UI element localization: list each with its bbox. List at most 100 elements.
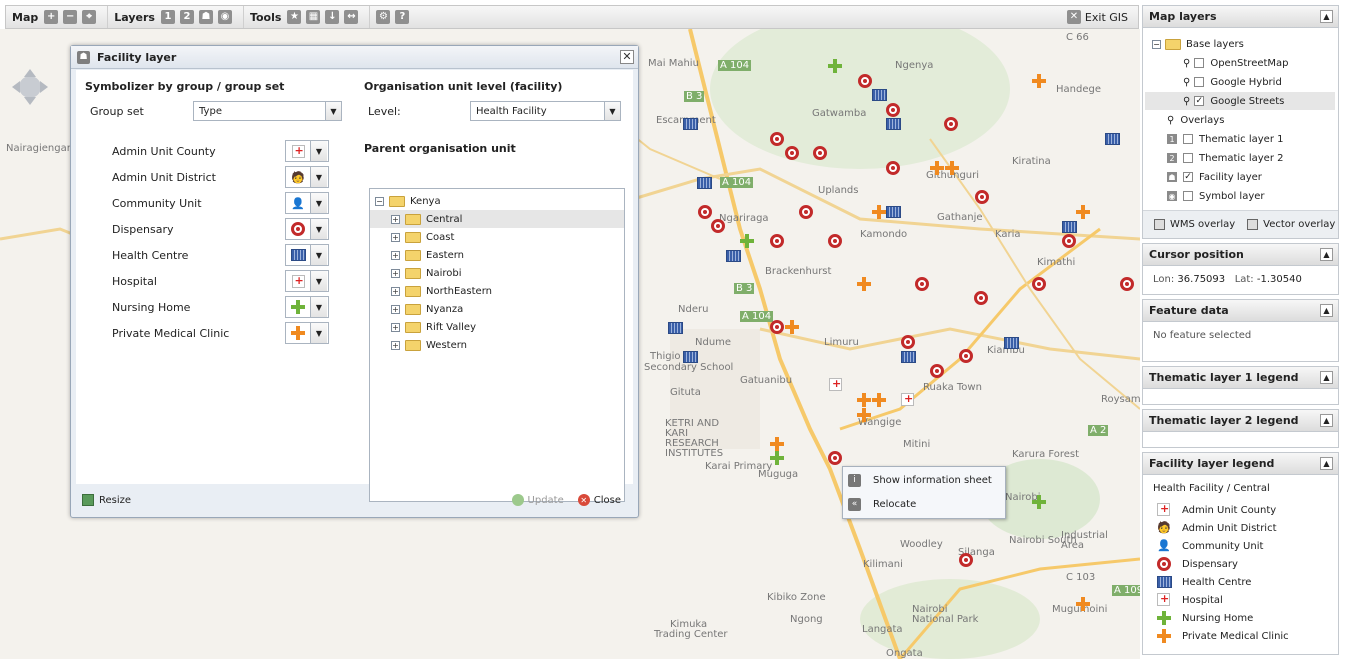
- collapse-icon[interactable]: ▲: [1320, 248, 1333, 261]
- thematic-layer-2-button[interactable]: 2: [179, 10, 194, 24]
- dispensary-marker[interactable]: [828, 451, 842, 465]
- download-icon[interactable]: ↓: [325, 10, 340, 24]
- favorites-icon[interactable]: ★: [287, 10, 302, 24]
- nursing-home-marker[interactable]: [740, 234, 754, 248]
- private-clinic-marker[interactable]: [945, 161, 959, 175]
- chevron-down-icon[interactable]: ▼: [310, 141, 327, 161]
- exit-gis-button[interactable]: ✕ Exit GIS: [1066, 10, 1138, 24]
- layer-checkbox[interactable]: [1183, 191, 1193, 201]
- health-centre-marker[interactable]: [726, 250, 741, 262]
- settings-icon[interactable]: ⚙: [376, 10, 391, 24]
- collapse-icon[interactable]: ▲: [1320, 414, 1333, 427]
- dispensary-marker[interactable]: [975, 190, 989, 204]
- expand-icon[interactable]: +: [391, 214, 400, 224]
- collapse-icon[interactable]: ▲: [1320, 457, 1333, 470]
- group-set-select[interactable]: Type ▼: [193, 101, 342, 121]
- thematic-layer-1-button[interactable]: 1: [160, 10, 175, 24]
- tree-node-nairobi[interactable]: + Nairobi: [370, 264, 624, 282]
- private-clinic-marker[interactable]: [1032, 74, 1046, 88]
- dispensary-marker[interactable]: [1120, 277, 1134, 291]
- symbol-picker[interactable]: ▼: [285, 322, 329, 344]
- health-centre-marker[interactable]: [901, 351, 916, 363]
- update-button[interactable]: Update: [511, 494, 564, 506]
- relocate-item[interactable]: « Relocate: [848, 494, 916, 514]
- pan-control[interactable]: [12, 69, 48, 105]
- health-centre-marker[interactable]: [683, 118, 698, 130]
- health-centre-marker[interactable]: [1062, 221, 1077, 233]
- facility-layer-icon[interactable]: ☗: [198, 10, 213, 24]
- private-clinic-marker[interactable]: [857, 277, 871, 291]
- health-centre-marker[interactable]: [683, 351, 698, 363]
- legend-sets-icon[interactable]: ▦: [306, 10, 321, 24]
- dispensary-marker[interactable]: [1032, 277, 1046, 291]
- zoom-in-icon[interactable]: +: [44, 10, 59, 24]
- tree-node-rift-valley[interactable]: + Rift Valley: [370, 318, 624, 336]
- expand-icon[interactable]: +: [391, 322, 400, 332]
- dispensary-marker[interactable]: [959, 349, 973, 363]
- layer-checkbox[interactable]: ✓: [1183, 172, 1193, 182]
- private-clinic-marker[interactable]: [1076, 205, 1090, 219]
- health-centre-marker[interactable]: [886, 206, 901, 218]
- layer-checkbox[interactable]: [1194, 77, 1205, 87]
- expand-icon[interactable]: +: [391, 286, 400, 296]
- symbol-picker[interactable]: ▼: [285, 270, 329, 292]
- tree-node-northeastern[interactable]: + NorthEastern: [370, 282, 624, 300]
- panel-header[interactable]: Thematic layer 1 legend: [1143, 367, 1338, 389]
- health-centre-marker[interactable]: [1004, 337, 1019, 349]
- tree-node-western[interactable]: + Western: [370, 336, 624, 354]
- layer-row-google-streets[interactable]: ⚲ ✓ Google Streets: [1145, 92, 1335, 110]
- expand-icon[interactable]: +: [391, 268, 400, 278]
- dispensary-marker[interactable]: [915, 277, 929, 291]
- zoom-extent-icon[interactable]: ⌖: [82, 10, 97, 24]
- collapse-icon[interactable]: −: [1152, 39, 1161, 49]
- health-centre-marker[interactable]: [886, 118, 901, 130]
- vector-overlay-button[interactable]: Vector overlay: [1247, 219, 1335, 230]
- dispensary-marker[interactable]: [886, 161, 900, 175]
- layer-checkbox[interactable]: [1194, 58, 1205, 68]
- dispensary-marker[interactable]: [944, 117, 958, 131]
- symbol-picker[interactable]: ▼: [285, 140, 329, 162]
- dispensary-marker[interactable]: [1062, 234, 1076, 248]
- measure-icon[interactable]: ↔: [344, 10, 359, 24]
- collapse-icon[interactable]: ▲: [1320, 10, 1333, 23]
- dispensary-marker[interactable]: [799, 205, 813, 219]
- dispensary-marker[interactable]: [770, 320, 784, 334]
- symbol-picker[interactable]: ▼: [285, 244, 329, 266]
- window-close-button[interactable]: ✕: [620, 50, 634, 64]
- health-centre-marker[interactable]: [697, 177, 712, 189]
- private-clinic-marker[interactable]: [872, 393, 886, 407]
- chevron-down-icon[interactable]: ▼: [310, 167, 327, 187]
- private-clinic-marker[interactable]: [857, 393, 871, 407]
- panel-header[interactable]: Feature data: [1143, 300, 1338, 322]
- collapse-icon[interactable]: −: [375, 196, 384, 206]
- dispensary-marker[interactable]: [828, 234, 842, 248]
- tree-node-kenya[interactable]: − Kenya: [375, 192, 629, 210]
- layer-row-google-hybrid[interactable]: ⚲ Google Hybrid: [1183, 73, 1282, 91]
- layer-row-thematic-2[interactable]: 2 Thematic layer 2: [1167, 149, 1283, 167]
- panel-header[interactable]: Facility layer legend: [1143, 453, 1338, 475]
- overlays-node[interactable]: ⚲ Overlays: [1167, 111, 1224, 129]
- expand-icon[interactable]: +: [391, 250, 400, 260]
- chevron-down-icon[interactable]: ▼: [310, 245, 327, 265]
- private-clinic-marker[interactable]: [872, 205, 886, 219]
- layer-row-facility[interactable]: ☗ ✓ Facility layer: [1167, 168, 1262, 186]
- help-icon[interactable]: ?: [395, 10, 410, 24]
- nursing-home-marker[interactable]: [828, 59, 842, 73]
- private-clinic-marker[interactable]: [770, 437, 784, 451]
- tree-node-central[interactable]: + Central: [370, 210, 624, 228]
- dispensary-marker[interactable]: [711, 219, 725, 233]
- symbol-picker[interactable]: ▼: [285, 218, 329, 240]
- chevron-down-icon[interactable]: ▼: [310, 219, 327, 239]
- level-select[interactable]: Health Facility ▼: [470, 101, 621, 121]
- chevron-down-icon[interactable]: ▼: [310, 193, 327, 213]
- private-clinic-marker[interactable]: [857, 408, 871, 422]
- layer-checkbox[interactable]: ✓: [1194, 96, 1205, 106]
- wms-overlay-button[interactable]: WMS overlay: [1154, 219, 1235, 230]
- dispensary-marker[interactable]: [959, 553, 973, 567]
- layer-row-symbol[interactable]: ◉ Symbol layer: [1167, 187, 1265, 205]
- symbol-layer-icon[interactable]: ◉: [217, 10, 232, 24]
- chevron-down-icon[interactable]: ▼: [604, 102, 620, 120]
- nursing-home-marker[interactable]: [1032, 495, 1046, 509]
- health-centre-marker[interactable]: [872, 89, 887, 101]
- private-clinic-marker[interactable]: [930, 161, 944, 175]
